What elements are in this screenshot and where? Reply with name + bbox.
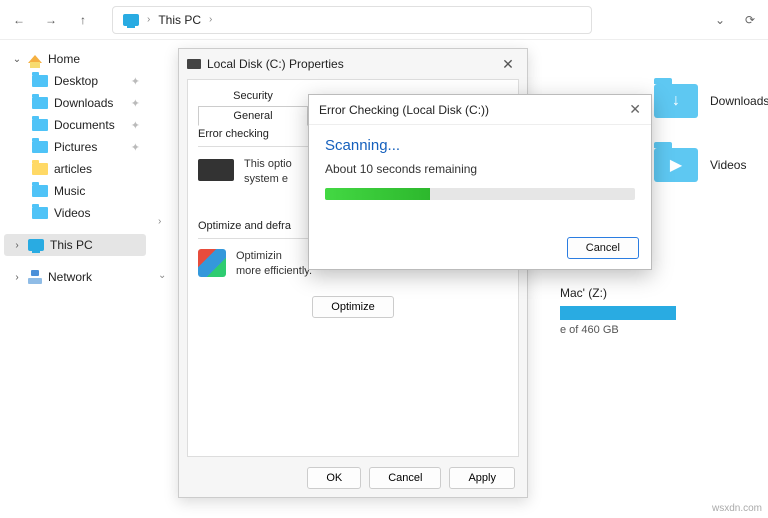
progress-fill bbox=[325, 188, 430, 200]
sidebar-item-label: Pictures bbox=[54, 140, 97, 154]
tile-label: Downloads bbox=[710, 94, 768, 108]
sidebar-item-desktop[interactable]: Desktop ✦ bbox=[24, 70, 146, 92]
sidebar-item-this-pc[interactable]: › This PC bbox=[4, 234, 146, 256]
toolbar: ← → ↑ › This PC › ⌄ ⟳ bbox=[0, 0, 768, 40]
sidebar: ⌄ Home Desktop ✦ Downloads ✦ Documents ✦ Pi… bbox=[0, 40, 150, 518]
properties-footer: OK Cancel Apply bbox=[179, 467, 527, 489]
error-dialog-body: Scanning... About 10 seconds remaining bbox=[309, 125, 651, 210]
sidebar-item-label: Videos bbox=[54, 206, 90, 220]
tile-videos[interactable]: ▶ Videos bbox=[654, 148, 746, 182]
sidebar-item-label: Downloads bbox=[54, 96, 113, 110]
drive-icon bbox=[187, 59, 201, 69]
scanning-heading: Scanning... bbox=[325, 137, 635, 154]
apply-button[interactable]: Apply bbox=[449, 467, 515, 489]
optimize-button[interactable]: Optimize bbox=[312, 296, 393, 318]
close-icon[interactable]: ✕ bbox=[629, 101, 641, 118]
drive-name: Mac' (Z:) bbox=[560, 286, 676, 300]
pin-icon: ✦ bbox=[131, 75, 140, 88]
sidebar-item-music[interactable]: Music bbox=[24, 180, 146, 202]
sidebar-item-pictures[interactable]: Pictures ✦ bbox=[24, 136, 146, 158]
pin-icon: ✦ bbox=[131, 141, 140, 154]
ok-button[interactable]: OK bbox=[307, 467, 361, 489]
properties-titlebar[interactable]: Local Disk (C:) Properties ✕ bbox=[179, 49, 527, 79]
chevron-down-icon: ⌄ bbox=[12, 54, 22, 65]
sidebar-item-home[interactable]: ⌄ Home bbox=[4, 48, 146, 70]
chevron-icon: › bbox=[147, 14, 150, 25]
chevron-down-icon[interactable]: ⌄ bbox=[158, 270, 166, 281]
sidebar-item-network[interactable]: › Network bbox=[4, 266, 146, 288]
folder-icon bbox=[32, 163, 48, 175]
network-icon bbox=[28, 270, 42, 284]
sidebar-item-label: articles bbox=[54, 162, 92, 176]
chevron-right-icon: › bbox=[12, 240, 22, 251]
watermark: wsxdn.com bbox=[712, 503, 762, 514]
text-line: This optio bbox=[244, 157, 292, 172]
expand-icon[interactable]: ⌄ bbox=[712, 12, 728, 28]
home-icon bbox=[28, 55, 42, 63]
tab-security[interactable]: Security bbox=[198, 86, 308, 106]
folder-icon: ↓ bbox=[654, 84, 698, 118]
drive-tile[interactable]: Mac' (Z:) e of 460 GB bbox=[560, 286, 676, 336]
folder-icon bbox=[32, 185, 48, 197]
folder-icon: ▶ bbox=[654, 148, 698, 182]
sidebar-item-articles[interactable]: articles bbox=[24, 158, 146, 180]
pc-icon bbox=[28, 239, 44, 251]
folder-icon bbox=[32, 141, 48, 153]
text-line: system e bbox=[244, 172, 292, 187]
folder-icon bbox=[32, 75, 48, 87]
sidebar-item-label: Documents bbox=[54, 118, 115, 132]
tab-general[interactable]: General bbox=[198, 106, 308, 126]
properties-tabs: Security General bbox=[198, 86, 308, 126]
chevron-icon: › bbox=[209, 14, 212, 25]
properties-title-text: Local Disk (C:) Properties bbox=[207, 57, 344, 71]
pin-icon: ✦ bbox=[131, 119, 140, 132]
up-icon[interactable]: ↑ bbox=[74, 11, 92, 29]
address-text: This PC bbox=[158, 13, 201, 27]
drive-usage-bar bbox=[560, 306, 676, 320]
error-checking-dialog: Error Checking (Local Disk (C:)) ✕ Scann… bbox=[308, 94, 652, 270]
folder-icon bbox=[32, 207, 48, 219]
sidebar-item-label: This PC bbox=[50, 238, 93, 252]
refresh-icon[interactable]: ⟳ bbox=[742, 12, 758, 28]
scanning-subtext: About 10 seconds remaining bbox=[325, 162, 635, 176]
address-bar[interactable]: › This PC › bbox=[112, 6, 592, 34]
folder-icon bbox=[32, 119, 48, 131]
forward-icon[interactable]: → bbox=[42, 11, 60, 29]
error-checking-text: This optio system e bbox=[244, 157, 292, 188]
cancel-button[interactable]: Cancel bbox=[567, 237, 639, 259]
progress-bar bbox=[325, 188, 635, 200]
sidebar-item-label: Network bbox=[48, 270, 92, 284]
sidebar-item-label: Home bbox=[48, 52, 80, 66]
optimize-icon bbox=[198, 249, 226, 277]
sidebar-item-downloads[interactable]: Downloads ✦ bbox=[24, 92, 146, 114]
pc-icon bbox=[123, 14, 139, 26]
chevron-right-icon[interactable]: › bbox=[158, 216, 161, 227]
back-icon[interactable]: ← bbox=[10, 11, 28, 29]
pin-icon: ✦ bbox=[131, 97, 140, 110]
sidebar-item-label: Music bbox=[54, 184, 85, 198]
drive-capacity: e of 460 GB bbox=[560, 324, 676, 336]
sidebar-item-documents[interactable]: Documents ✦ bbox=[24, 114, 146, 136]
close-icon[interactable]: ✕ bbox=[497, 56, 519, 73]
sidebar-item-videos[interactable]: Videos bbox=[24, 202, 146, 224]
text-line: more efficiently. bbox=[236, 264, 312, 279]
optimize-text: Optimizin more efficiently. bbox=[236, 249, 312, 280]
drive-icon bbox=[198, 159, 234, 181]
folder-icon bbox=[32, 97, 48, 109]
cancel-button[interactable]: Cancel bbox=[369, 467, 441, 489]
error-dialog-title-text: Error Checking (Local Disk (C:)) bbox=[319, 103, 489, 117]
chevron-right-icon: › bbox=[12, 272, 22, 283]
text-line: Optimizin bbox=[236, 249, 312, 264]
sidebar-item-label: Desktop bbox=[54, 74, 98, 88]
error-dialog-titlebar[interactable]: Error Checking (Local Disk (C:)) ✕ bbox=[309, 95, 651, 125]
tile-downloads[interactable]: ↓ Downloads bbox=[654, 84, 768, 118]
tile-label: Videos bbox=[710, 158, 746, 172]
